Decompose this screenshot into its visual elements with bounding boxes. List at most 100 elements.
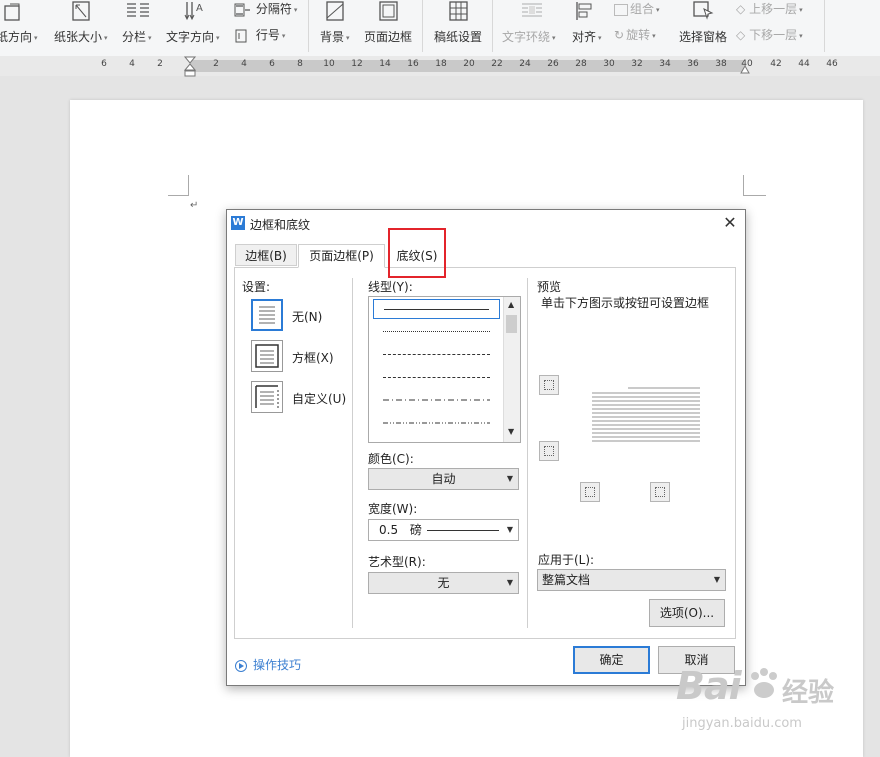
- paragraph-mark-icon: ↵: [190, 200, 199, 211]
- ruler-tick-label: 12: [351, 59, 363, 69]
- baidu-jingyan-watermark: Bai 经验 jingyan.baidu.com: [672, 660, 837, 740]
- line-style-dashed[interactable]: [373, 368, 500, 388]
- orientation-button[interactable]: 纸方向 ▾: [0, 0, 48, 56]
- ruler-tick-label: 18: [435, 59, 447, 69]
- ruler-tick-label: 44: [798, 59, 810, 69]
- scroll-thumb[interactable]: [506, 315, 517, 333]
- preview-label: 预览: [537, 280, 562, 294]
- chevron-down-icon: ▼: [713, 575, 720, 584]
- toolbar-divider: [824, 0, 825, 52]
- line-style-dash-dot[interactable]: [373, 391, 500, 411]
- manuscript-grid-icon: [449, 1, 468, 21]
- color-dropdown[interactable]: 自动 ▼: [368, 468, 519, 490]
- line-style-solid[interactable]: [373, 299, 500, 319]
- watermark-brand-suffix: 经验: [782, 678, 835, 708]
- line-style-dash-dot-dot[interactable]: [373, 414, 500, 434]
- paw-logo-icon: [751, 668, 777, 698]
- ruler-tick-label: 10: [323, 59, 335, 69]
- ruler-tick-label: 28: [575, 59, 587, 69]
- toolbar-divider: [308, 0, 309, 52]
- borders-shading-dialog: W 边框和底纹 ✕ 边框(B) 页面边框(P) 底纹(S) 设置: 无(N) 方…: [226, 209, 746, 686]
- close-button[interactable]: ✕: [721, 214, 739, 232]
- ruler-tick-label: 4: [129, 59, 135, 69]
- top-border-button[interactable]: [539, 375, 559, 395]
- ruler-tick-label: 20: [463, 59, 475, 69]
- bring-forward-button[interactable]: ◇ 上移一层 ▾: [736, 0, 803, 17]
- separator-group: 分隔符 ▾ 行号 ▾: [234, 0, 304, 56]
- orientation-icon: [4, 3, 20, 21]
- apply-to-dropdown[interactable]: 整篇文档 ▼: [537, 569, 726, 591]
- preview-page[interactable]: [590, 383, 705, 448]
- selection-pane-button[interactable]: 选择窗格: [676, 0, 732, 56]
- art-label: 艺术型(R):: [368, 555, 426, 569]
- top-border-icon: [544, 380, 554, 390]
- tab-panel: 设置: 无(N) 方框(X) 自定义(U) 线型(Y): ▲ ▼ 颜色(C): …: [234, 267, 736, 639]
- close-icon: ✕: [723, 213, 737, 232]
- setting-none-label: 无(N): [292, 310, 323, 324]
- width-unit: 磅: [409, 523, 422, 537]
- line-style-scrollbar[interactable]: ▲ ▼: [503, 297, 520, 442]
- text-wrap-icon: [522, 3, 542, 17]
- options-button[interactable]: 选项(O)...: [649, 599, 725, 627]
- chevron-down-icon: ▼: [506, 525, 513, 534]
- tab-page-border[interactable]: 页面边框(P): [298, 244, 385, 268]
- text-direction-button[interactable]: A 文字方向 ▾: [164, 0, 226, 56]
- margin-corner-mark: [743, 175, 766, 196]
- columns-button[interactable]: 分栏 ▾: [120, 0, 160, 56]
- ruler-tick-label: 42: [770, 59, 782, 69]
- ruler-tick-label: 8: [297, 59, 303, 69]
- line-style-list[interactable]: ▲ ▼: [368, 296, 521, 443]
- horizontal-ruler[interactable]: 6 4 2 2 4 6 8 10 12 14 16 18 20 22 24 26 28 30 32 34 36 38 40 4…: [0, 56, 880, 78]
- group-rotate-group: 组合 ▾ ↻ 旋转 ▾: [614, 0, 676, 56]
- right-border-button[interactable]: [650, 482, 670, 502]
- ruler-tick-label: 46: [826, 59, 838, 69]
- art-value: 无: [437, 576, 450, 590]
- wps-app-icon: W: [231, 216, 245, 230]
- ruler-tick-label: 4: [241, 59, 247, 69]
- line-style-dashed-short[interactable]: [373, 345, 500, 365]
- line-style-dotted[interactable]: [373, 322, 500, 342]
- margin-corner-mark: [168, 175, 189, 196]
- manuscript-settings-button[interactable]: 稿纸设置: [432, 0, 486, 56]
- color-label: 颜色(C):: [368, 452, 414, 466]
- width-line-sample: [427, 530, 499, 531]
- settings-label: 设置:: [242, 280, 271, 294]
- send-backward-button[interactable]: ◇ 下移一层 ▾: [736, 26, 803, 43]
- art-dropdown[interactable]: 无 ▼: [368, 572, 519, 594]
- line-number-button[interactable]: 行号 ▾: [234, 26, 285, 43]
- send-backward-icon: ◇: [736, 28, 746, 42]
- ruler-tick-label: 38: [715, 59, 727, 69]
- scroll-down-icon[interactable]: ▼: [508, 427, 514, 436]
- ruler-tick-label: 26: [547, 59, 559, 69]
- setting-custom-icon: [251, 381, 283, 413]
- svg-text:A: A: [196, 3, 203, 14]
- column-divider: [352, 278, 353, 628]
- ok-button[interactable]: 确定: [573, 646, 650, 674]
- width-dropdown[interactable]: 0.5 磅 ▼: [368, 519, 519, 541]
- right-indent-marker-icon[interactable]: [740, 64, 750, 74]
- background-button[interactable]: 背景 ▾: [318, 0, 358, 56]
- line-number-icon: [235, 29, 247, 42]
- text-direction-icon: A: [184, 2, 203, 21]
- layer-order-group: ◇ 上移一层 ▾ ◇ 下移一层 ▾: [736, 0, 820, 56]
- rotate-button[interactable]: ↻ 旋转 ▾: [614, 26, 656, 43]
- width-label: 宽度(W):: [368, 502, 418, 516]
- tips-link[interactable]: 操作技巧: [235, 656, 301, 673]
- dialog-titlebar[interactable]: W 边框和底纹 ✕: [227, 210, 745, 238]
- align-button[interactable]: 对齐 ▾: [570, 0, 610, 56]
- columns-icon: [127, 3, 149, 17]
- paper-size-button[interactable]: 纸张大小 ▾: [52, 0, 114, 56]
- text-wrap-button[interactable]: 文字环绕 ▾: [500, 0, 564, 56]
- separator-button[interactable]: 分隔符 ▾: [234, 0, 297, 17]
- group-button[interactable]: 组合 ▾: [614, 0, 660, 17]
- page-border-button[interactable]: 页面边框: [362, 0, 416, 56]
- scroll-up-icon[interactable]: ▲: [508, 300, 514, 309]
- left-border-button[interactable]: [580, 482, 600, 502]
- ruler-tick-label: 30: [603, 59, 615, 69]
- tab-borders[interactable]: 边框(B): [235, 244, 297, 266]
- ruler-tick-label: 6: [101, 59, 107, 69]
- bottom-border-button[interactable]: [539, 441, 559, 461]
- bring-forward-icon: ◇: [736, 2, 746, 16]
- color-value: 自动: [431, 472, 456, 486]
- indent-marker-icon[interactable]: [184, 56, 196, 78]
